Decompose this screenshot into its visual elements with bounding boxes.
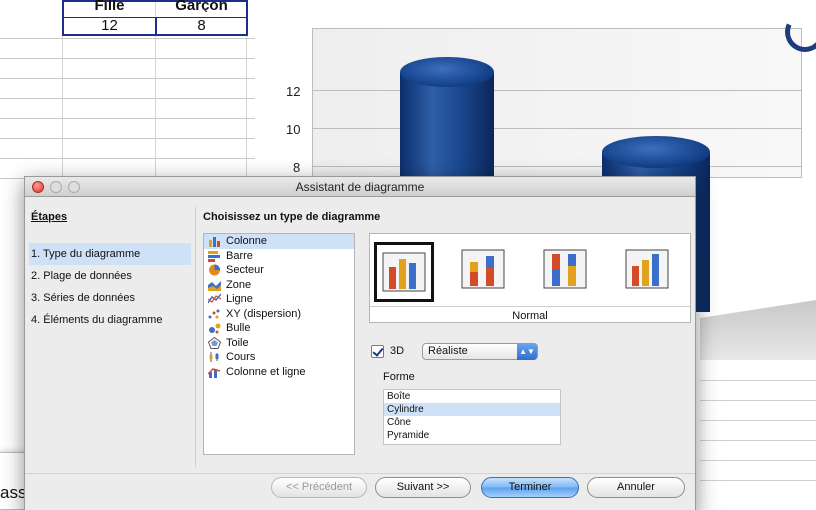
- column-line-chart-icon: [208, 367, 221, 378]
- variant-normal[interactable]: [374, 242, 434, 302]
- chart-back-wall: [312, 28, 802, 178]
- chart-type-bubble[interactable]: Bulle: [204, 321, 354, 336]
- spreadsheet-grid: Fille Garçon 12 8: [0, 0, 255, 190]
- line-chart-icon: [208, 293, 221, 304]
- y-tick-label: 10: [286, 122, 301, 137]
- step-data-series[interactable]: 3. Séries de données: [29, 287, 191, 309]
- header-cell-garcon[interactable]: Garçon: [157, 0, 246, 12]
- shape-list[interactable]: Boîte Cylindre Cône Pyramide: [383, 389, 561, 445]
- variant-label: Normal: [512, 310, 548, 322]
- chart-type-pie[interactable]: Secteur: [204, 263, 354, 278]
- 3d-checkbox[interactable]: [371, 345, 384, 358]
- dialog-titlebar[interactable]: Assistant de diagramme: [25, 177, 695, 197]
- chart-type-net[interactable]: Toile: [204, 336, 354, 351]
- 3d-style-value: Réaliste: [428, 345, 468, 357]
- finish-button[interactable]: Terminer: [481, 477, 579, 498]
- column-3d-percent-icon: [543, 249, 587, 289]
- variant-percent-stacked[interactable]: [538, 242, 598, 302]
- chart-type-heading: Choisissez un type de diagramme: [203, 211, 381, 223]
- y-tick-label: 12: [286, 84, 301, 99]
- select-arrows-icon: ▲▼: [517, 343, 537, 360]
- bubble-chart-icon: [209, 323, 221, 334]
- steps-divider: [195, 207, 196, 467]
- scatter-chart-icon: [208, 309, 220, 318]
- step-data-range[interactable]: 2. Plage de données: [29, 265, 191, 287]
- chart-type-bar[interactable]: Barre: [204, 249, 354, 264]
- area-chart-icon: [208, 280, 221, 291]
- chart-type-column-line[interactable]: Colonne et ligne: [204, 365, 354, 380]
- chart-type-list[interactable]: Colonne Barre Secteur Zone Ligne XY (dis…: [203, 233, 355, 455]
- cancel-button[interactable]: Annuler: [587, 477, 685, 498]
- column-3d-normal-icon: [382, 252, 426, 292]
- 3d-style-select[interactable]: Réaliste ▲▼: [422, 343, 538, 360]
- chart-bar-top: [602, 136, 710, 168]
- column-chart-icon: [209, 237, 220, 247]
- chart-type-line[interactable]: Ligne: [204, 292, 354, 307]
- y-tick-label: 8: [293, 160, 301, 175]
- variant-deep[interactable]: [620, 242, 680, 302]
- steps-heading: Étapes: [31, 211, 68, 223]
- shape-label: Forme: [383, 371, 415, 383]
- pie-chart-icon: [209, 264, 220, 276]
- shape-option-cylinder[interactable]: Cylindre: [384, 403, 560, 416]
- dialog-title: Assistant de diagramme: [295, 180, 425, 194]
- bar-chart-icon: [208, 250, 220, 262]
- chart-wizard-dialog: Assistant de diagramme Étapes 1. Type du…: [24, 176, 696, 510]
- variant-stacked[interactable]: [456, 242, 516, 302]
- spreadsheet-grid-lower: [700, 380, 816, 500]
- chart-type-scatter[interactable]: XY (dispersion): [204, 307, 354, 322]
- next-button[interactable]: Suivant >>: [375, 477, 471, 498]
- column-3d-stacked-icon: [461, 249, 505, 289]
- 3d-label: 3D: [390, 345, 405, 357]
- chart-type-column[interactable]: Colonne: [204, 234, 354, 249]
- stock-chart-icon: [209, 352, 219, 362]
- step-chart-type[interactable]: 1. Type du diagramme: [29, 243, 191, 265]
- chart-floor: [700, 300, 816, 360]
- column-3d-deep-icon: [625, 249, 669, 289]
- dialog-button-row: << Précédent Suivant >> Terminer Annuler: [25, 473, 695, 503]
- chart-variant-panel: Normal: [369, 233, 691, 323]
- shape-option-cone[interactable]: Cône: [384, 416, 560, 429]
- steps-list: 1. Type du diagramme 2. Plage de données…: [29, 243, 191, 331]
- header-cell-fille[interactable]: Fille: [64, 0, 155, 12]
- shape-option-box[interactable]: Boîte: [384, 390, 560, 403]
- chart-type-stock[interactable]: Cours: [204, 350, 354, 365]
- step-chart-elements[interactable]: 4. Éléments du diagramme: [29, 309, 191, 331]
- shape-option-pyramid[interactable]: Pyramide: [384, 429, 560, 442]
- value-cell-fille[interactable]: 12: [64, 17, 155, 34]
- value-cell-garcon[interactable]: 8: [157, 17, 246, 34]
- chart-bar-top: [400, 57, 494, 87]
- previous-button[interactable]: << Précédent: [271, 477, 367, 498]
- net-chart-icon: [208, 336, 221, 349]
- chart-type-area[interactable]: Zone: [204, 278, 354, 293]
- decorative-swoosh: [779, 6, 816, 58]
